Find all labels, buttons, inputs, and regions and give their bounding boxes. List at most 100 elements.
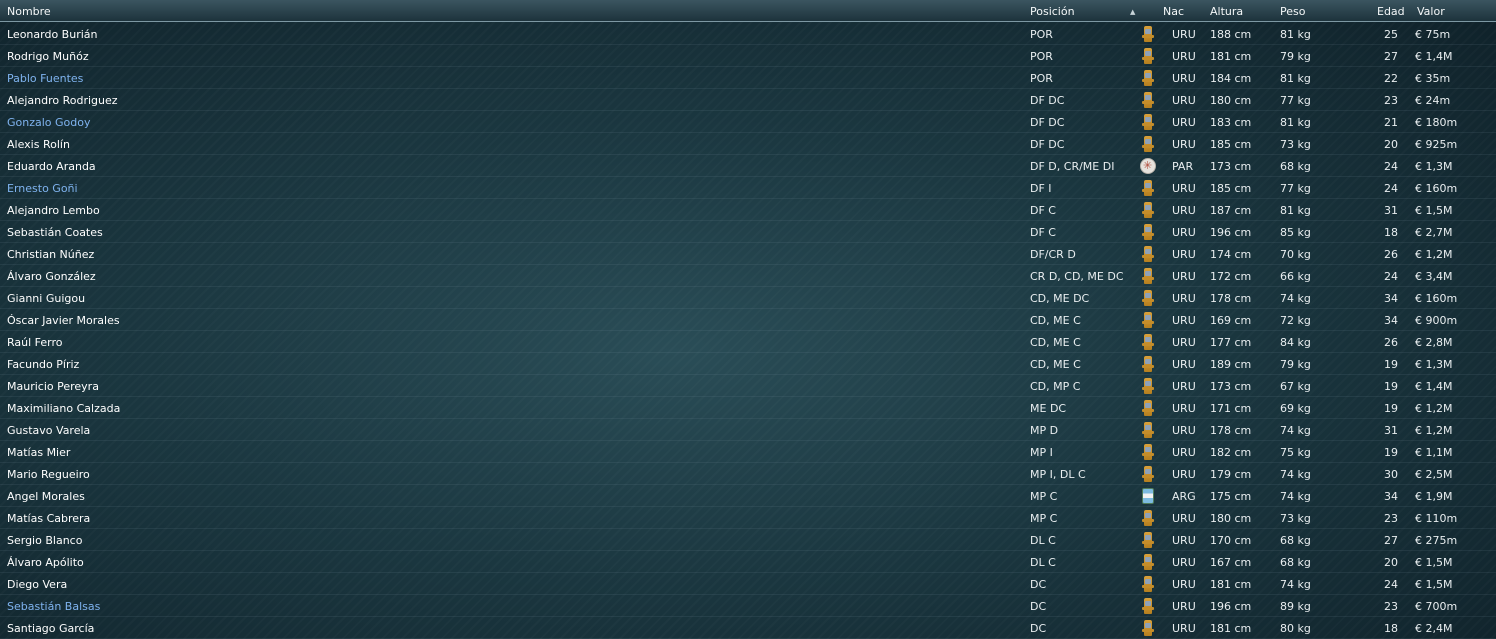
uru-flag-icon: [1140, 180, 1156, 196]
player-age: 24: [1384, 182, 1398, 195]
player-position: CD, ME C: [1030, 314, 1081, 327]
player-name[interactable]: Alejandro Rodriguez: [7, 94, 118, 107]
table-row[interactable]: Alejandro Lembo DF C URU 187 cm 81 kg 31 € 1,5…: [0, 199, 1496, 221]
table-row[interactable]: Óscar Javier Morales CD, ME C URU 169 cm 72 …: [0, 309, 1496, 331]
player-name[interactable]: Pablo Fuentes: [7, 72, 83, 85]
player-name[interactable]: Raúl Ferro: [7, 336, 63, 349]
player-age: 19: [1384, 380, 1398, 393]
player-age: 25: [1384, 28, 1398, 41]
column-header-posicion[interactable]: Posición: [1030, 5, 1075, 18]
table-row[interactable]: Alexis Rolín DF DC URU 185 cm 73 kg 20 € 925m: [0, 133, 1496, 155]
table-row[interactable]: Diego Vera DC URU 181 cm 74 kg 24 € 1,5M: [0, 573, 1496, 595]
player-value: € 925m: [1415, 138, 1458, 151]
table-row[interactable]: Rodrigo Muñóz POR URU 181 cm 79 kg 27 € 1,4M: [0, 45, 1496, 67]
player-value: € 2,5M: [1415, 468, 1453, 481]
table-row[interactable]: Angel Morales MP C ARG 175 cm 74 kg 34 € 1,9M: [0, 485, 1496, 507]
column-header-valor[interactable]: Valor: [1417, 5, 1445, 18]
player-name[interactable]: Leonardo Burián: [7, 28, 98, 41]
player-name[interactable]: Matías Mier: [7, 446, 70, 459]
player-name[interactable]: Eduardo Aranda: [7, 160, 96, 173]
player-age: 21: [1384, 116, 1398, 129]
player-nationality: URU: [1172, 468, 1196, 481]
column-header-nac[interactable]: Nac: [1163, 5, 1184, 18]
player-name[interactable]: Mario Regueiro: [7, 468, 90, 481]
player-name[interactable]: Angel Morales: [7, 490, 85, 503]
table-row[interactable]: Gonzalo Godoy DF DC URU 183 cm 81 kg 21 € 180m: [0, 111, 1496, 133]
uru-flag-icon: [1140, 466, 1156, 482]
player-name[interactable]: Mauricio Pereyra: [7, 380, 99, 393]
player-nationality: URU: [1172, 556, 1196, 569]
player-age: 31: [1384, 424, 1398, 437]
player-name[interactable]: Christian Núñez: [7, 248, 94, 261]
table-row[interactable]: Raúl Ferro CD, ME C URU 177 cm 84 kg 26 € 2,8M: [0, 331, 1496, 353]
player-value: € 1,4M: [1415, 380, 1453, 393]
player-name[interactable]: Gonzalo Godoy: [7, 116, 91, 129]
player-name[interactable]: Rodrigo Muñóz: [7, 50, 89, 63]
player-value: € 1,4M: [1415, 50, 1453, 63]
uru-flag-icon: [1140, 70, 1156, 86]
table-row[interactable]: Gustavo Varela MP D URU 178 cm 74 kg 31 € 1,2M: [0, 419, 1496, 441]
player-name[interactable]: Alejandro Lembo: [7, 204, 100, 217]
table-row[interactable]: Christian Núñez DF/CR D URU 174 cm 70 kg 26 € …: [0, 243, 1496, 265]
player-value: € 160m: [1415, 292, 1458, 305]
player-name[interactable]: Gianni Guigou: [7, 292, 85, 305]
player-weight: 81 kg: [1280, 116, 1311, 129]
player-position: CD, ME C: [1030, 336, 1081, 349]
player-name[interactable]: Gustavo Varela: [7, 424, 90, 437]
table-row[interactable]: Sergio Blanco DL C URU 170 cm 68 kg 27 € 275m: [0, 529, 1496, 551]
column-header-edad[interactable]: Edad: [1377, 5, 1405, 18]
uru-flag-icon: [1140, 114, 1156, 130]
player-name[interactable]: Sebastián Balsas: [7, 600, 100, 613]
table-row[interactable]: Mario Regueiro MP I, DL C URU 179 cm 74 kg 30…: [0, 463, 1496, 485]
table-row[interactable]: Matías Cabrera MP C URU 180 cm 73 kg 23 € 110m: [0, 507, 1496, 529]
player-weight: 80 kg: [1280, 622, 1311, 635]
table-row[interactable]: Ernesto Goñi DF I URU 185 cm 77 kg 24 € 160m: [0, 177, 1496, 199]
table-row[interactable]: Alejandro Rodriguez DF DC URU 180 cm 77 kg 23…: [0, 89, 1496, 111]
player-name[interactable]: Alexis Rolín: [7, 138, 70, 151]
table-row[interactable]: Mauricio Pereyra CD, MP C URU 173 cm 67 kg 19…: [0, 375, 1496, 397]
player-age: 26: [1384, 248, 1398, 261]
table-row[interactable]: Maximiliano Calzada ME DC URU 171 cm 69 kg 19…: [0, 397, 1496, 419]
column-header-nombre[interactable]: Nombre: [7, 5, 51, 18]
player-value: € 2,8M: [1415, 336, 1453, 349]
player-name[interactable]: Óscar Javier Morales: [7, 314, 120, 327]
player-age: 23: [1384, 512, 1398, 525]
player-age: 18: [1384, 622, 1398, 635]
player-name[interactable]: Santiago García: [7, 622, 94, 635]
column-header-peso[interactable]: Peso: [1280, 5, 1305, 18]
player-value: € 75m: [1415, 28, 1451, 41]
player-name[interactable]: Sergio Blanco: [7, 534, 82, 547]
player-name[interactable]: Matías Cabrera: [7, 512, 90, 525]
table-row[interactable]: Álvaro González CR D, CD, ME DC URU 172 cm 6…: [0, 265, 1496, 287]
table-row[interactable]: Santiago García DC URU 181 cm 80 kg 18 € 2,4M: [0, 617, 1496, 639]
player-name[interactable]: Álvaro González: [7, 270, 96, 283]
uru-flag-icon: [1140, 422, 1156, 438]
table-row[interactable]: Gianni Guigou CD, ME DC URU 178 cm 74 kg 34 € …: [0, 287, 1496, 309]
player-age: 31: [1384, 204, 1398, 217]
player-position: DL C: [1030, 556, 1056, 569]
player-value: € 1,5M: [1415, 556, 1453, 569]
player-age: 30: [1384, 468, 1398, 481]
uru-flag-icon: [1140, 356, 1156, 372]
player-nationality: URU: [1172, 28, 1196, 41]
column-header-altura[interactable]: Altura: [1210, 5, 1243, 18]
table-row[interactable]: Álvaro Apólito DL C URU 167 cm 68 kg 20 € 1,5M: [0, 551, 1496, 573]
table-row[interactable]: Matías Mier MP I URU 182 cm 75 kg 19 € 1,1M: [0, 441, 1496, 463]
table-row[interactable]: Eduardo Aranda DF D, CR/ME DI PAR 173 cm 68 …: [0, 155, 1496, 177]
player-height: 188 cm: [1210, 28, 1252, 41]
table-row[interactable]: Leonardo Burián POR URU 188 cm 81 kg 25 € 75m: [0, 23, 1496, 45]
player-nationality: URU: [1172, 622, 1196, 635]
player-name[interactable]: Facundo Píriz: [7, 358, 79, 371]
table-row[interactable]: Pablo Fuentes POR URU 184 cm 81 kg 22 € 35m: [0, 67, 1496, 89]
player-name[interactable]: Álvaro Apólito: [7, 556, 84, 569]
player-position: DC: [1030, 578, 1047, 591]
table-row[interactable]: Sebastián Coates DF C URU 196 cm 85 kg 18 € 2,…: [0, 221, 1496, 243]
table-row[interactable]: Facundo Píriz CD, ME C URU 189 cm 79 kg 19 € 1…: [0, 353, 1496, 375]
player-name[interactable]: Diego Vera: [7, 578, 67, 591]
table-row[interactable]: Sebastián Balsas DC URU 196 cm 89 kg 23 € 700m: [0, 595, 1496, 617]
player-name[interactable]: Ernesto Goñi: [7, 182, 78, 195]
player-name[interactable]: Sebastián Coates: [7, 226, 103, 239]
player-name[interactable]: Maximiliano Calzada: [7, 402, 120, 415]
player-nationality: URU: [1172, 446, 1196, 459]
player-age: 23: [1384, 94, 1398, 107]
